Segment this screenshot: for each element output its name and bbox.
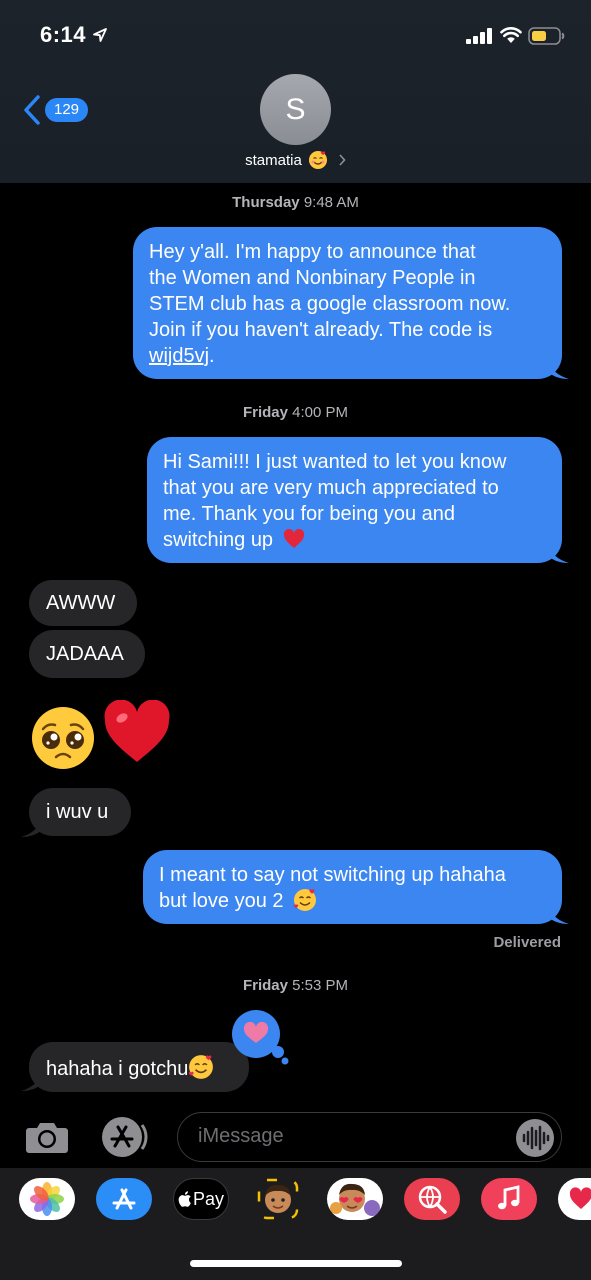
contact-name: stamatia [245, 151, 302, 169]
chevron-right-icon [339, 154, 346, 166]
timestamp-time: 4:00 PM [292, 404, 349, 421]
smiling-face-with-hearts-icon [308, 151, 327, 169]
home-indicator[interactable] [190, 1260, 402, 1267]
incoming-message-bubble[interactable]: hahaha i gotchu [29, 1042, 249, 1092]
smiling-face-with-hearts-icon [293, 889, 317, 911]
heart-icon [569, 1187, 591, 1209]
message-line: Hey y'all. I'm happy to announce that [149, 241, 476, 263]
message-line: wijd5vj. [149, 343, 546, 369]
conversation-header: 6:14 129 S stamatia [0, 0, 591, 183]
message-line: but love you 2 [159, 888, 546, 914]
back-button[interactable]: 129 [22, 92, 92, 128]
message-timestamp: Thursday 9:48 AM [0, 194, 591, 211]
message-text: JADAAA [46, 643, 124, 665]
message-line: I meant to say not switching up hahaha [159, 864, 506, 886]
message-line: Join if you haven't already. The code is [149, 319, 493, 341]
message-text: i wuv u [46, 801, 109, 823]
music-app-button[interactable] [481, 1178, 537, 1220]
app-store-button[interactable] [100, 1117, 150, 1157]
timestamp-day: Friday [242, 977, 288, 994]
memoji-icon [257, 1178, 299, 1220]
bubble-tail [21, 818, 42, 837]
smiling-face-with-hearts-icon [189, 1055, 214, 1079]
delivered-status: Delivered [493, 934, 561, 951]
outgoing-message-bubble[interactable]: Hi Sami!!! I just wanted to let you know… [147, 437, 562, 563]
message-line: STEM club has a google classroom now. [149, 293, 511, 315]
incoming-emoji-message[interactable] [30, 700, 175, 770]
photos-app-button[interactable] [19, 1178, 75, 1220]
message-line: switching up [163, 527, 546, 553]
message-timestamp: Friday 5:53 PM [0, 977, 591, 994]
contact-name-button[interactable]: stamatia [0, 150, 591, 170]
chevron-left-icon [24, 95, 40, 125]
app-store-app-button[interactable] [96, 1178, 152, 1220]
globe-search-icon [418, 1185, 447, 1214]
code-suffix: . [209, 345, 215, 367]
message-text: hahaha i gotchu [46, 1058, 189, 1080]
message-line: that you are very much appreciated to [163, 477, 499, 499]
tapback-heart-icon[interactable] [228, 1008, 292, 1066]
incoming-message-bubble[interactable]: JADAAA [29, 630, 145, 678]
pleading-face-icon [32, 707, 94, 769]
message-text: switching up [163, 529, 274, 551]
message-text: AWWW [46, 592, 116, 614]
message-line: Hi Sami!!! I just wanted to let you know [163, 451, 507, 473]
memoji-app-button[interactable] [250, 1178, 306, 1220]
bubble-tail [548, 360, 569, 379]
app-store-icon [112, 1188, 136, 1210]
photos-icon [30, 1182, 64, 1216]
apple-pay-label: Pay [192, 1188, 225, 1209]
music-note-icon [498, 1185, 520, 1210]
cellular-signal-icon [466, 28, 492, 44]
audio-message-button[interactable] [515, 1118, 555, 1158]
web-search-app-button[interactable] [404, 1178, 460, 1220]
classroom-code-link[interactable]: wijd5vj [149, 345, 209, 367]
incoming-message-bubble[interactable]: AWWW [29, 580, 137, 626]
timestamp-day: Thursday [232, 194, 300, 211]
status-time: 6:14 [40, 22, 87, 47]
message-timestamp: Friday 4:00 PM [0, 404, 591, 421]
camera-button[interactable] [25, 1120, 69, 1154]
bubble-tail [548, 905, 569, 924]
timestamp-time: 9:48 AM [303, 194, 359, 211]
memoji-stickers-icon [330, 1183, 380, 1216]
avatar-initial: S [285, 92, 306, 126]
apple-pay-app-button[interactable]: Pay [173, 1178, 229, 1220]
outgoing-message-bubble[interactable]: I meant to say not switching up hahaha b… [143, 850, 562, 924]
outgoing-message-bubble[interactable]: Hey y'all. I'm happy to announce that th… [133, 227, 562, 379]
bubble-tail [21, 1072, 42, 1091]
unread-count-badge: 129 [45, 98, 89, 122]
battery-icon [528, 27, 565, 45]
message-text: but love you 2 [159, 890, 284, 912]
contact-avatar[interactable]: S [260, 74, 331, 145]
timestamp-day: Friday [242, 404, 288, 421]
apple-logo-icon [178, 1191, 191, 1207]
wifi-icon [500, 27, 522, 43]
bubble-tail [548, 544, 569, 563]
message-line: me. Thank you for being you and [163, 503, 456, 525]
imessage-input[interactable]: iMessage [177, 1112, 562, 1162]
message-line: the Women and Nonbinary People in [149, 267, 476, 289]
timestamp-time: 5:53 PM [292, 977, 349, 994]
red-heart-icon [104, 700, 170, 762]
animoji-stickers-app-button[interactable] [327, 1178, 383, 1220]
red-heart-icon [283, 528, 304, 548]
location-arrow-icon [93, 28, 107, 42]
incoming-message-bubble[interactable]: i wuv u [29, 788, 131, 836]
